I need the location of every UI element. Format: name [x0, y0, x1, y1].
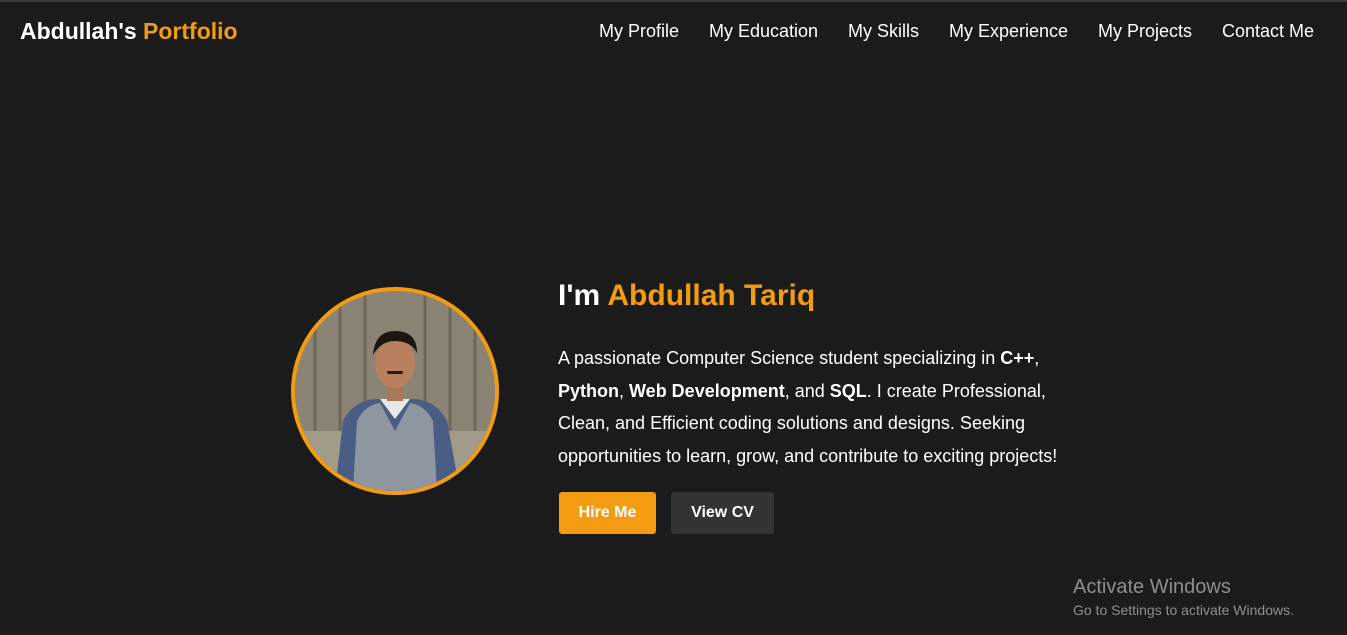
brand-logo[interactable]: Abdullah's Portfolio	[20, 18, 238, 45]
watermark-title: Activate Windows	[1073, 576, 1231, 598]
skill-web-development: Web Development	[629, 380, 785, 401]
view-cv-button[interactable]: View CV	[671, 492, 774, 534]
watermark-subtitle: Go to Settings to activate Windows.	[1073, 602, 1294, 618]
profile-avatar	[291, 287, 499, 495]
nav-link-contact-me[interactable]: Contact Me	[1222, 21, 1314, 42]
nav-link-my-profile[interactable]: My Profile	[599, 21, 679, 42]
hire-me-button[interactable]: Hire Me	[559, 492, 656, 534]
hero-greeting: I'm	[558, 279, 601, 312]
brand-name: Abdullah's	[20, 18, 137, 44]
profile-photo-icon	[295, 291, 495, 491]
hero-desc-part: , and	[784, 380, 830, 401]
hero-name: Abdullah Tariq	[607, 279, 816, 312]
brand-accent: Portfolio	[143, 18, 238, 44]
hero-desc-part: ,	[619, 380, 630, 401]
hero-description: A passionate Computer Science student sp…	[558, 342, 1078, 472]
activate-windows-watermark: Activate Windows Go to Settings to activ…	[1073, 576, 1294, 620]
hero-desc-part: A passionate Computer Science student sp…	[558, 348, 1001, 368]
navbar: Abdullah's Portfolio My Profile My Educa…	[0, 2, 1347, 60]
nav-link-my-experience[interactable]: My Experience	[949, 21, 1068, 42]
hero-desc-part: ,	[1034, 348, 1040, 368]
skill-python: Python	[558, 380, 619, 401]
hero-title: I'm Abdullah Tariq	[558, 279, 815, 313]
nav-link-my-skills[interactable]: My Skills	[848, 21, 919, 42]
skill-cpp: C++	[1000, 348, 1035, 368]
skill-sql: SQL	[829, 380, 867, 401]
nav-link-my-education[interactable]: My Education	[709, 21, 818, 42]
nav-link-my-projects[interactable]: My Projects	[1098, 21, 1192, 42]
